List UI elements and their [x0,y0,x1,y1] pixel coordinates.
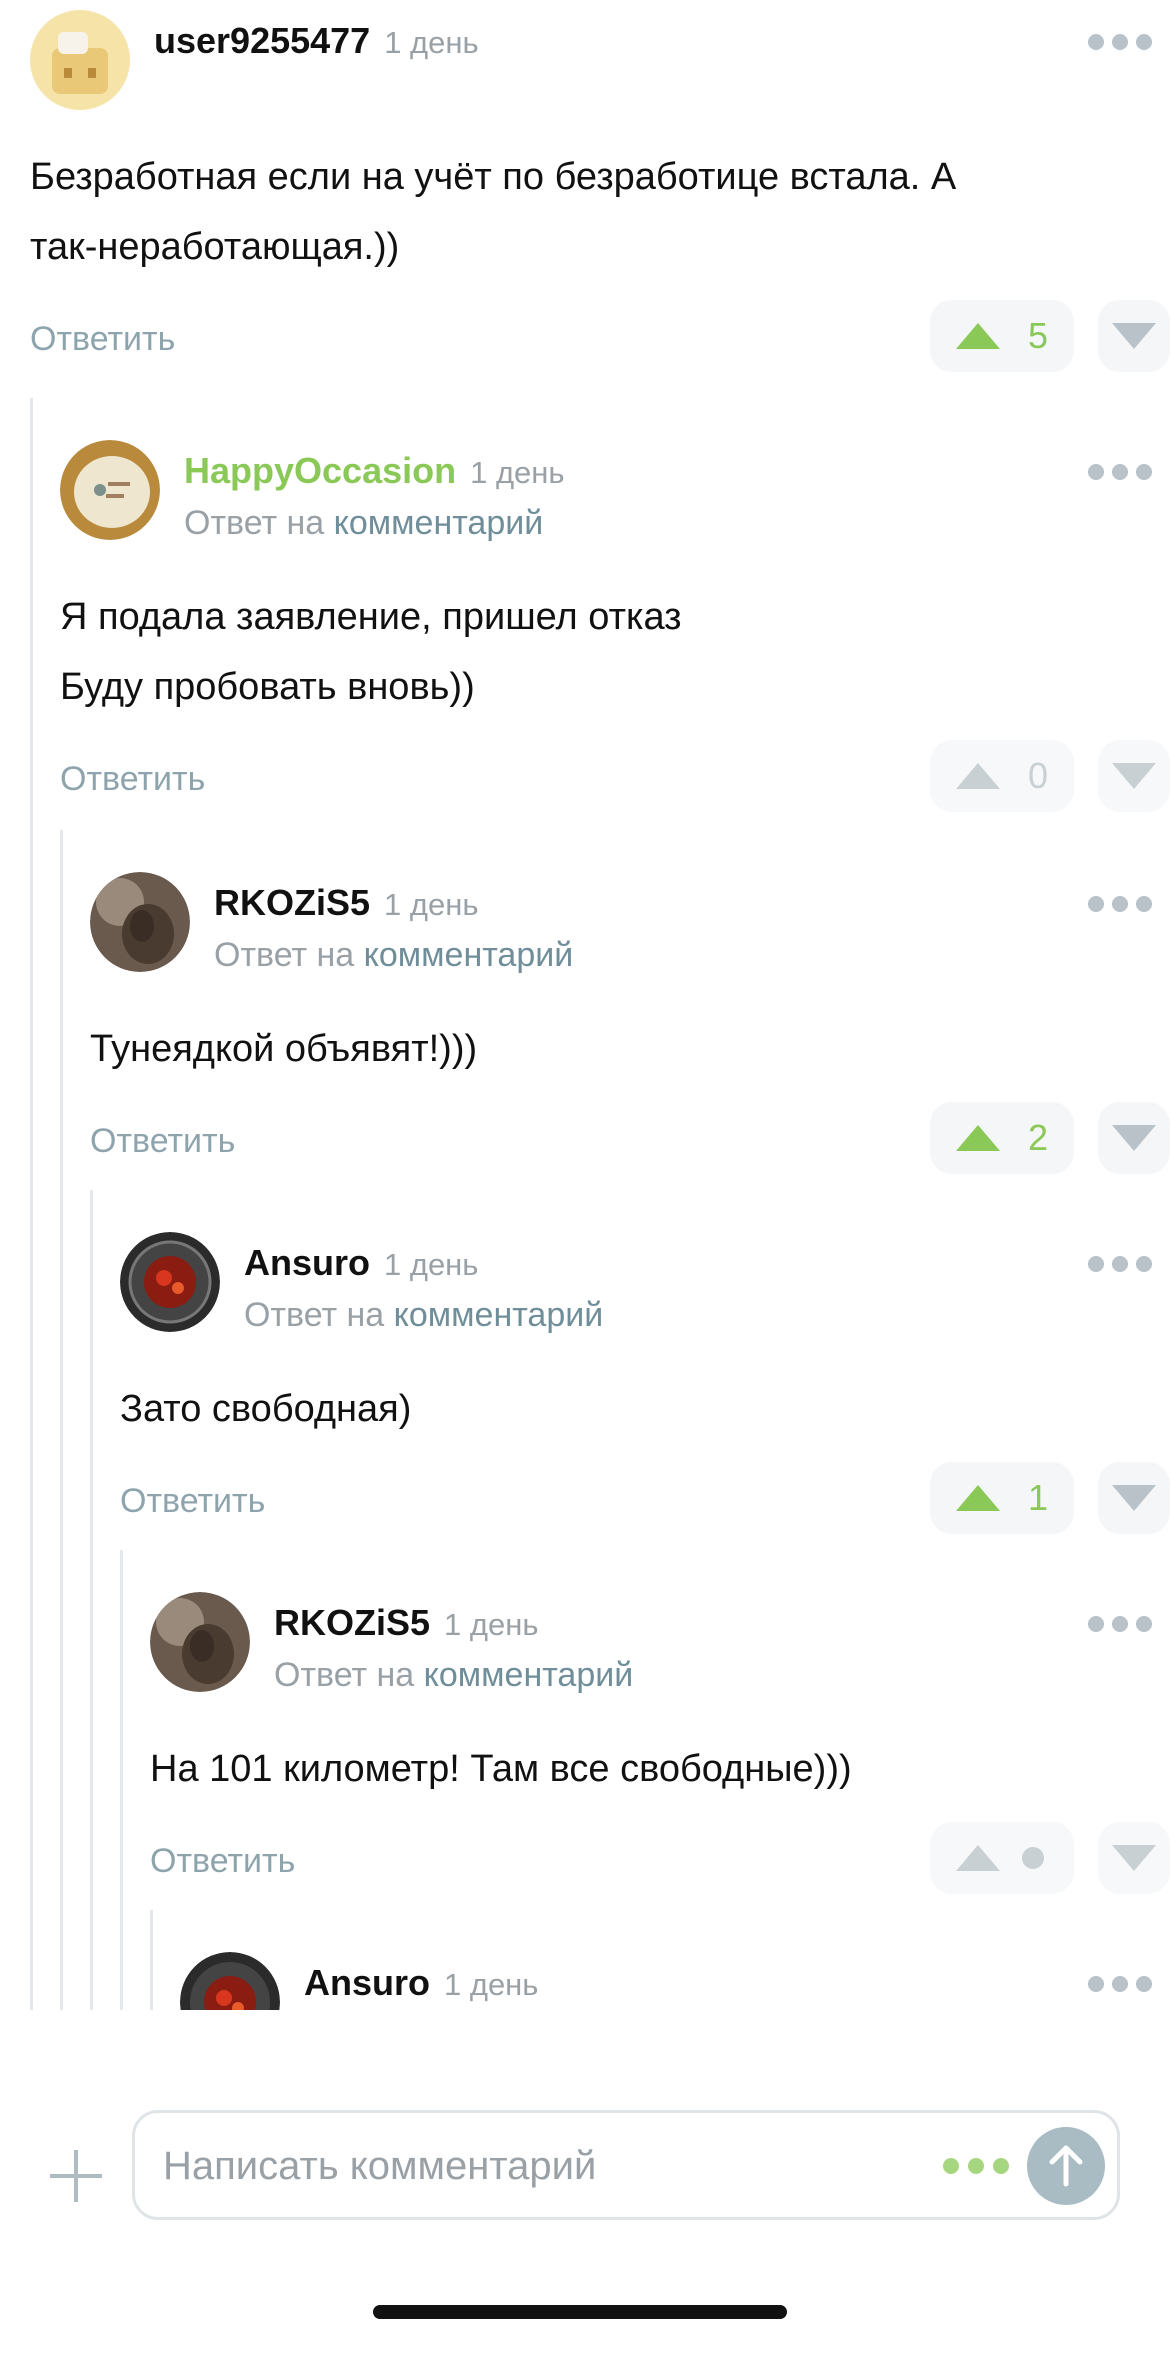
arrow-down-icon [1112,323,1156,349]
reply-to-link[interactable]: комментарий [394,1296,604,1334]
reply-button[interactable]: Ответить [30,320,175,359]
username[interactable]: Ansuro 1 день [304,1962,538,2004]
vote-score: 1 [1027,1477,1048,1518]
username[interactable]: RKOZiS5 1 день [214,882,478,924]
comment-text: Безработная если на учёт по безработице … [30,156,957,268]
comment-text: Я подала заявление, пришел отказ Буду пр… [60,596,682,708]
comment-time: 1 день [444,1967,539,2002]
arrow-up-icon [956,1485,1000,1511]
vote-score: 0 [1027,755,1048,796]
comment-text: Тунеядкой объявят!))) [90,1028,478,1070]
downvote-button[interactable] [1098,1822,1170,1894]
comment: user9255477 1 день Безработная если на уч… [30,0,1170,390]
username[interactable]: Ansuro 1 день [244,1242,478,1284]
comment-input-box[interactable] [132,2110,1120,2220]
reply-to: Ответ на комментарий [274,1656,634,1694]
upvote-button[interactable]: 0 [930,740,1074,812]
arrow-up-icon [956,763,1000,789]
vote-score: 5 [1027,315,1048,356]
upvote-button[interactable] [930,1822,1074,1894]
more-dots-icon[interactable] [943,2158,1009,2174]
avatar[interactable] [30,10,130,110]
more-options-icon[interactable] [1088,896,1152,912]
reply-to: Ответ на комментарий [244,1296,604,1334]
downvote-button[interactable] [1098,1462,1170,1534]
more-options-icon[interactable] [1088,1256,1152,1272]
thread-line [150,1910,153,2010]
avatar[interactable] [90,872,190,972]
avatar[interactable] [150,1592,250,1692]
hidden-score-icon [1022,1847,1044,1869]
comment-time: 1 день [384,1247,479,1282]
comment-composer [0,2110,1170,2230]
reply-to: Ответ на комментарий [184,504,544,542]
arrow-down-icon [1112,1845,1156,1871]
avatar[interactable] [180,1952,280,2010]
reply-button[interactable]: Ответить [150,1842,295,1881]
thread-line [90,1190,93,2010]
comment: Ansuro 1 день [180,1942,1170,2010]
home-indicator [373,2305,787,2319]
arrow-up-icon [1049,2145,1083,2187]
comment-text: Зато свободная) [120,1388,412,1430]
reply-button[interactable]: Ответить [60,760,205,799]
reply-to-link[interactable]: комментарий [424,1656,634,1694]
username[interactable]: RKOZiS5 1 день [274,1602,538,1644]
arrow-up-icon [956,323,1000,349]
username[interactable]: user9255477 1 день [154,20,479,62]
more-options-icon[interactable] [1088,1976,1152,1992]
more-options-icon[interactable] [1088,464,1152,480]
comment-text: На 101 километр! Там все свободные))) [150,1748,852,1790]
downvote-button[interactable] [1098,300,1170,372]
upvote-button[interactable]: 2 [930,1102,1074,1174]
comment-thread: user9255477 1 день Безработная если на уч… [0,0,1170,2010]
comment: RKOZiS5 1 день Ответ на комментарий Тунея… [90,862,1170,1192]
comment-input[interactable] [163,2131,923,2201]
reply-button[interactable]: Ответить [120,1482,265,1521]
arrow-down-icon [1112,1485,1156,1511]
more-options-icon[interactable] [1088,34,1152,50]
reply-to: Ответ на комментарий [214,936,574,974]
arrow-down-icon [1112,763,1156,789]
arrow-down-icon [1112,1125,1156,1151]
comment-time: 1 день [384,25,479,60]
comment: HappyOccasion 1 день Ответ на комментарий… [60,430,1170,830]
thread-line [120,1550,123,2010]
comment: Ansuro 1 день Ответ на комментарий Зато с… [120,1222,1170,1552]
avatar[interactable] [60,440,160,540]
arrow-up-icon [956,1125,1000,1151]
comment-time: 1 день [470,455,565,490]
avatar[interactable] [120,1232,220,1332]
downvote-button[interactable] [1098,740,1170,812]
arrow-up-icon [956,1845,1000,1871]
username[interactable]: HappyOccasion 1 день [184,450,565,492]
thread-line [60,830,63,2010]
reply-button[interactable]: Ответить [90,1122,235,1161]
more-options-icon[interactable] [1088,1616,1152,1632]
downvote-button[interactable] [1098,1102,1170,1174]
comment-time: 1 день [384,887,479,922]
plus-icon[interactable] [50,2150,102,2202]
comment-time: 1 день [444,1607,539,1642]
comment: RKOZiS5 1 день Ответ на комментарий На 10… [150,1582,1170,1912]
reply-to-link[interactable]: комментарий [364,936,574,974]
vote-score: 2 [1027,1117,1048,1158]
thread-line [30,398,33,2010]
upvote-button[interactable]: 5 [930,300,1074,372]
send-button[interactable] [1027,2127,1105,2205]
upvote-button[interactable]: 1 [930,1462,1074,1534]
reply-to-link[interactable]: комментарий [334,504,544,542]
